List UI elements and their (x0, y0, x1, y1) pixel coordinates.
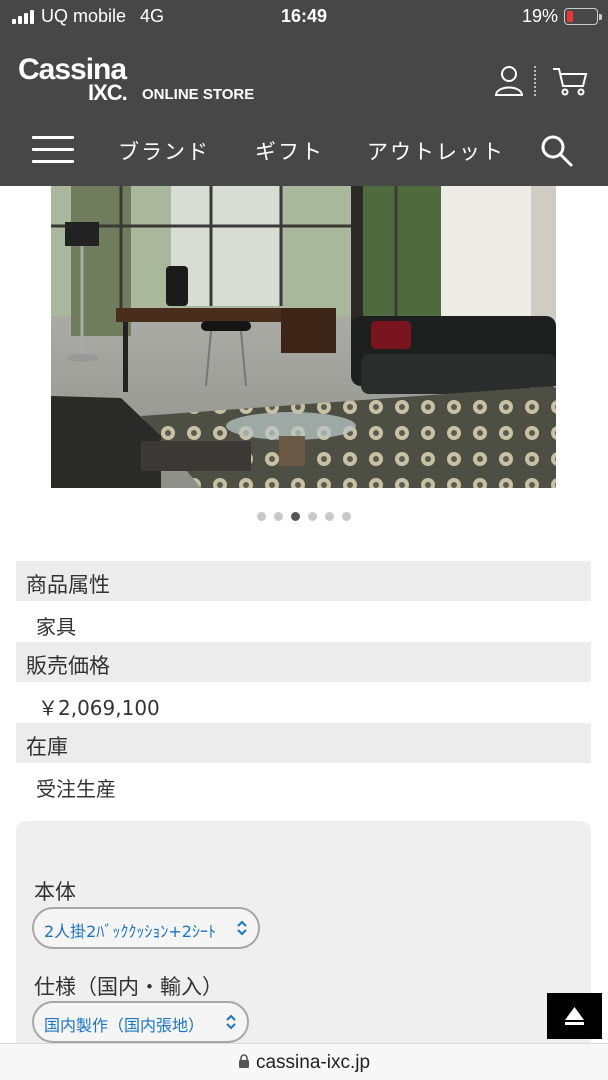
back-to-top-button[interactable] (547, 993, 602, 1039)
cart-icon[interactable] (552, 66, 588, 100)
attr-label-type: 商品属性 (16, 561, 591, 601)
site-header: Cassina IXC. ONLINE STORE (0, 34, 608, 118)
attr-value-type: 家具 (36, 615, 76, 639)
battery-icon (564, 8, 602, 25)
carousel-dot[interactable] (274, 512, 283, 521)
logo-tag-text: ONLINE STORE (142, 86, 255, 103)
url-text: cassina-ixc.jp (255, 1052, 371, 1073)
carousel-dots (0, 512, 608, 521)
main-nav: ブランド ギフト アウトレット (0, 118, 608, 186)
attr-value-stock: 受注生産 (36, 777, 116, 801)
status-right: 19% (521, 6, 602, 27)
browser-url-bar[interactable]: cassina-ixc.jp (0, 1043, 608, 1080)
nav-item-gift[interactable]: ギフト (255, 136, 324, 166)
option-label-body: 本体 (34, 880, 76, 904)
battery-percent: 19% (521, 6, 558, 26)
battery-level-fill (567, 11, 573, 22)
attr-label-stock: 在庫 (16, 723, 591, 763)
option-select-spec[interactable]: 国内製作（国内張地） (32, 1001, 249, 1043)
nav-item-brand[interactable]: ブランド (118, 136, 210, 166)
carousel-dot[interactable] (257, 512, 266, 521)
living-room-photo (51, 186, 556, 488)
status-bar: UQ mobile 4G 16:49 19% (0, 0, 608, 34)
attr-value-price: ￥2,069,100 (38, 696, 160, 720)
chevron-updown-icon (225, 1014, 237, 1034)
option-label-spec: 仕様（国内・輸入） (34, 975, 223, 999)
logo-sub-text: IXC. (88, 80, 128, 105)
option-select-body[interactable]: 2人掛2ﾊﾞｯｸｸｯｼｮﾝ+2ｼｰﾄ (32, 907, 260, 949)
option-select-body-value: 2人掛2ﾊﾞｯｸｸｯｼｮﾝ+2ｼｰﾄ (44, 922, 216, 941)
carousel-dot[interactable] (325, 512, 334, 521)
url-row: cassina-ixc.jp (0, 1052, 608, 1074)
user-icon[interactable] (494, 64, 524, 100)
attr-label-price: 販売価格 (16, 642, 591, 682)
lock-icon (238, 1054, 249, 1068)
arrow-up-icon (565, 1007, 584, 1025)
cassina-logo[interactable]: Cassina IXC. ONLINE STORE (18, 55, 254, 106)
menu-icon[interactable] (32, 136, 74, 166)
option-select-spec-value: 国内製作（国内張地） (44, 1016, 205, 1035)
product-image[interactable] (51, 186, 556, 488)
clock: 16:49 (280, 6, 328, 26)
carousel-dot[interactable] (291, 512, 300, 521)
carousel-dot[interactable] (342, 512, 351, 521)
chevron-updown-icon (236, 920, 248, 940)
nav-item-outlet[interactable]: アウトレット (367, 136, 505, 166)
carousel-dot[interactable] (308, 512, 317, 521)
header-divider (534, 66, 536, 96)
search-icon[interactable] (540, 134, 574, 172)
